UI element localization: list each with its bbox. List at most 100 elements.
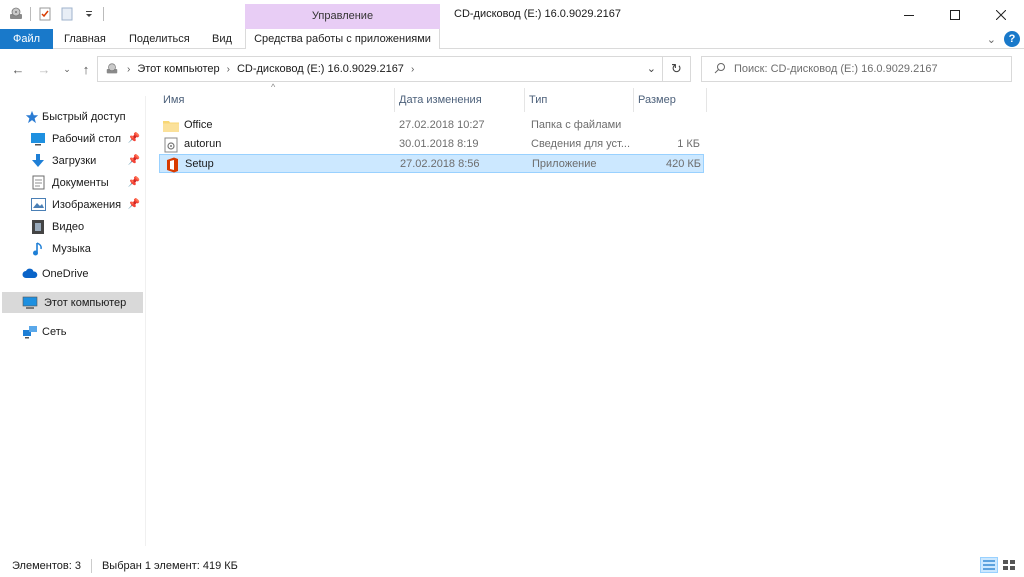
desktop-icon <box>30 131 46 147</box>
file-name-cell: autorun <box>163 135 393 154</box>
window-title: CD-дисковод (E:) 16.0.9029.2167 <box>454 8 621 20</box>
file-name: Office <box>184 119 213 131</box>
film-icon <box>30 219 46 235</box>
column-size[interactable]: Размер <box>634 88 707 112</box>
close-icon <box>996 9 1006 20</box>
forward-arrow-icon: → <box>37 61 51 77</box>
table-row[interactable]: Setup 27.02.2018 8:56 Приложение 420 КБ <box>159 154 704 173</box>
sidebar-item-desktop[interactable]: Рабочий стол 📌 <box>30 128 143 149</box>
maximize-icon <box>950 9 960 20</box>
column-name[interactable]: Имя <box>159 88 395 112</box>
sidebar-item-label: Быстрый доступ <box>42 110 126 123</box>
status-separator <box>90 558 92 573</box>
search-icon <box>714 62 726 77</box>
pin-icon[interactable]: 📌 <box>128 199 140 210</box>
checkmark-doc-icon[interactable] <box>37 6 53 22</box>
file-list: Office 27.02.2018 10:27 Папка с файлами … <box>159 116 704 173</box>
sidebar-item-this-pc[interactable]: Этот компьютер <box>2 292 143 313</box>
file-date: 27.02.2018 8:56 <box>400 158 480 170</box>
sidebar-item-music[interactable]: Музыка <box>30 238 143 259</box>
file-date: 30.01.2018 8:19 <box>399 138 479 150</box>
cloud-icon <box>22 266 38 282</box>
sidebar-item-documents[interactable]: Документы 📌 <box>30 172 143 193</box>
sidebar-item-quick-access[interactable]: Быстрый доступ <box>24 106 143 127</box>
address-bar[interactable]: › Этот компьютер › CD-дисковод (E:) 16.0… <box>97 56 691 82</box>
pin-icon[interactable]: 📌 <box>128 155 140 166</box>
column-type[interactable]: Тип <box>525 88 634 112</box>
context-group-label: Управление <box>245 4 440 29</box>
file-type: Приложение <box>532 158 597 170</box>
office-app-icon <box>164 157 180 173</box>
pin-icon[interactable]: 📌 <box>128 177 140 188</box>
minimize-icon <box>904 14 914 16</box>
file-size: 1 КБ <box>677 138 700 150</box>
tab-home[interactable]: Главная <box>54 29 116 49</box>
file-size <box>629 116 700 135</box>
navigation-bar: ← → ⌄ ↑ › Этот компьютер › CD-дисковод (… <box>0 54 1024 84</box>
details-view-button[interactable] <box>980 557 998 573</box>
sidebar-item-videos[interactable]: Видео <box>30 216 143 237</box>
navigation-pane: Быстрый доступ Рабочий стол 📌 Загрузки 📌… <box>0 96 146 546</box>
selection-info: Выбран 1 элемент: 419 КБ <box>101 559 238 572</box>
forward-button[interactable]: → <box>36 60 52 78</box>
file-name-cell: Office <box>163 116 393 135</box>
back-button[interactable]: ← <box>10 60 26 78</box>
large-icons-view-button[interactable] <box>1000 557 1018 573</box>
customize-dropdown-icon[interactable] <box>81 6 97 22</box>
chevron-down-icon: ⌄ <box>63 63 71 74</box>
music-icon <box>30 241 46 257</box>
breadcrumb-separator-icon[interactable]: › <box>411 64 414 75</box>
refresh-button[interactable]: ↻ <box>662 57 690 81</box>
tab-view[interactable]: Вид <box>202 29 242 49</box>
column-date-modified[interactable]: Дата изменения <box>395 88 525 112</box>
close-button[interactable] <box>978 0 1024 29</box>
sidebar-item-label: Загрузки <box>52 154 97 167</box>
search-box[interactable]: Поиск: CD-дисковод (E:) 16.0.9029.2167 <box>701 56 1012 82</box>
blank-doc-icon[interactable] <box>59 6 75 22</box>
breadcrumb-separator-icon[interactable]: › <box>227 64 230 75</box>
breadcrumb-separator-icon[interactable]: › <box>127 64 130 75</box>
window-controls <box>886 0 1024 29</box>
title-bar: Управление CD-дисковод (E:) 16.0.9029.21… <box>0 0 1024 29</box>
network-icon <box>22 324 38 340</box>
file-date: 27.02.2018 10:27 <box>399 119 485 131</box>
sidebar-item-downloads[interactable]: Загрузки 📌 <box>30 150 143 171</box>
tab-file[interactable]: Файл <box>0 29 53 49</box>
sidebar-item-network[interactable]: Сеть <box>22 321 143 342</box>
minimize-button[interactable] <box>886 0 932 29</box>
address-dropdown-icon[interactable]: ⌄ <box>647 62 656 75</box>
file-name: autorun <box>184 138 222 150</box>
ribbon-controls: ⌄ ? <box>987 31 1020 47</box>
table-row[interactable]: autorun 30.01.2018 8:19 Сведения для уст… <box>159 135 704 154</box>
status-bar: Элементов: 3 Выбран 1 элемент: 419 КБ <box>0 554 1024 577</box>
recent-locations-button[interactable]: ⌄ <box>59 60 75 78</box>
breadcrumb-cd-drive[interactable]: CD-дисковод (E:) 16.0.9029.2167 <box>237 63 404 75</box>
up-arrow-icon: ↑ <box>82 61 90 77</box>
ribbon-tabs: Файл Главная Поделиться Вид Средства раб… <box>0 29 1024 49</box>
sidebar-item-label: Сеть <box>42 325 67 338</box>
file-type: Папка с файлами <box>531 119 622 131</box>
sidebar-item-label: Изображения <box>52 198 122 211</box>
drive-icon[interactable] <box>8 6 24 22</box>
expand-ribbon-chevron-icon[interactable]: ⌄ <box>987 33 996 46</box>
file-name: Setup <box>185 158 214 170</box>
breadcrumb-this-pc[interactable]: Этот компьютер <box>137 63 219 75</box>
refresh-icon: ↻ <box>671 61 682 76</box>
up-button[interactable]: ↑ <box>78 60 94 78</box>
sidebar-item-label: Музыка <box>52 242 91 255</box>
details-view-icon <box>983 560 995 570</box>
document-icon <box>30 175 46 191</box>
tab-share[interactable]: Поделиться <box>119 29 200 49</box>
sidebar-item-pictures[interactable]: Изображения 📌 <box>30 194 143 215</box>
maximize-button[interactable] <box>932 0 978 29</box>
sidebar-item-onedrive[interactable]: OneDrive <box>22 263 143 284</box>
qat-separator <box>103 7 104 21</box>
settings-file-icon <box>163 137 179 153</box>
sidebar-item-label: Рабочий стол <box>52 132 122 145</box>
star-icon <box>24 109 40 125</box>
tab-application-tools[interactable]: Средства работы с приложениями <box>245 29 440 49</box>
pin-icon[interactable]: 📌 <box>128 133 140 144</box>
table-row[interactable]: Office 27.02.2018 10:27 Папка с файлами <box>159 116 704 135</box>
help-icon[interactable]: ? <box>1004 31 1020 47</box>
image-icon <box>30 197 46 213</box>
